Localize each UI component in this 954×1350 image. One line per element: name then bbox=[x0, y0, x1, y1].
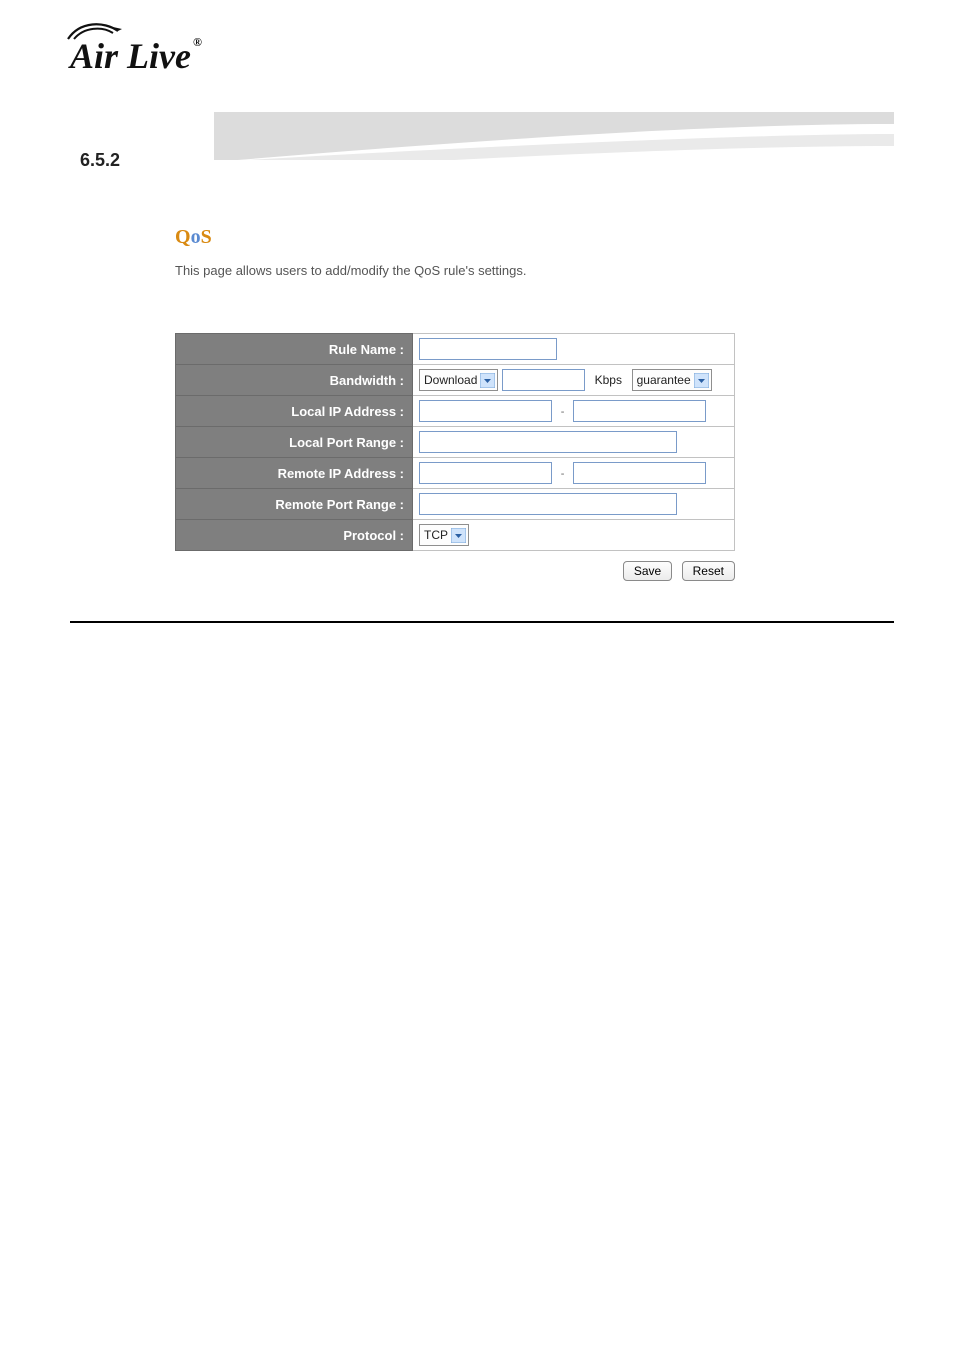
title-s: S bbox=[201, 226, 212, 248]
row-local-port: Local Port Range : bbox=[176, 427, 735, 458]
brand-text: Air Live bbox=[70, 36, 191, 76]
label-remote-ip: Remote IP Address : bbox=[176, 458, 413, 489]
remote-ip-to-input[interactable] bbox=[573, 462, 706, 484]
bandwidth-mode-label: guarantee bbox=[637, 373, 691, 387]
chevron-down-icon bbox=[694, 373, 709, 388]
protocol-label: TCP bbox=[424, 528, 448, 542]
brand-logo: Air Live® bbox=[70, 35, 202, 77]
bandwidth-direction-select[interactable]: Download bbox=[419, 369, 498, 391]
page: Air Live® 6.5.2 QoS This page allows use… bbox=[0, 0, 954, 1350]
chevron-down-icon bbox=[451, 528, 466, 543]
form-table: Rule Name : Bandwidth : Download bbox=[175, 333, 735, 551]
protocol-select[interactable]: TCP bbox=[419, 524, 469, 546]
remote-port-input[interactable] bbox=[419, 493, 677, 515]
range-dash: - bbox=[556, 406, 570, 418]
label-local-port: Local Port Range : bbox=[176, 427, 413, 458]
row-local-ip: Local IP Address : - bbox=[176, 396, 735, 427]
local-ip-from-input[interactable] bbox=[419, 400, 552, 422]
label-bandwidth: Bandwidth : bbox=[176, 365, 413, 396]
rule-name-input[interactable] bbox=[419, 338, 557, 360]
local-ip-to-input[interactable] bbox=[573, 400, 706, 422]
button-row: Save Reset bbox=[175, 561, 735, 581]
title-q: Q bbox=[175, 226, 191, 248]
section-number: 6.5.2 bbox=[80, 150, 894, 171]
reset-button[interactable]: Reset bbox=[682, 561, 735, 581]
range-dash: - bbox=[556, 468, 570, 480]
header-area: Air Live® bbox=[70, 35, 894, 105]
row-remote-ip: Remote IP Address : - bbox=[176, 458, 735, 489]
local-port-input[interactable] bbox=[419, 431, 677, 453]
qos-block: QoS This page allows users to add/modify… bbox=[175, 226, 894, 581]
label-local-ip: Local IP Address : bbox=[176, 396, 413, 427]
chevron-down-icon bbox=[480, 373, 495, 388]
row-protocol: Protocol : TCP bbox=[176, 520, 735, 551]
page-description: This page allows users to add/modify the… bbox=[175, 263, 894, 278]
divider bbox=[70, 621, 894, 623]
bandwidth-unit-label: Kbps bbox=[595, 373, 622, 387]
row-rule-name: Rule Name : bbox=[176, 334, 735, 365]
row-bandwidth: Bandwidth : Download Kbps guarantee bbox=[176, 365, 735, 396]
bandwidth-value-input[interactable] bbox=[502, 369, 585, 391]
bandwidth-direction-label: Download bbox=[424, 373, 477, 387]
wifi-arc-icon bbox=[66, 17, 126, 41]
label-rule-name: Rule Name : bbox=[176, 334, 413, 365]
qos-form: Rule Name : Bandwidth : Download bbox=[175, 333, 894, 581]
brand-reg: ® bbox=[193, 35, 202, 49]
page-title: QoS bbox=[175, 226, 894, 249]
row-remote-port: Remote Port Range : bbox=[176, 489, 735, 520]
remote-ip-from-input[interactable] bbox=[419, 462, 552, 484]
label-remote-port: Remote Port Range : bbox=[176, 489, 413, 520]
title-o: o bbox=[191, 226, 201, 248]
bandwidth-mode-select[interactable]: guarantee bbox=[632, 369, 712, 391]
label-protocol: Protocol : bbox=[176, 520, 413, 551]
save-button[interactable]: Save bbox=[623, 561, 672, 581]
